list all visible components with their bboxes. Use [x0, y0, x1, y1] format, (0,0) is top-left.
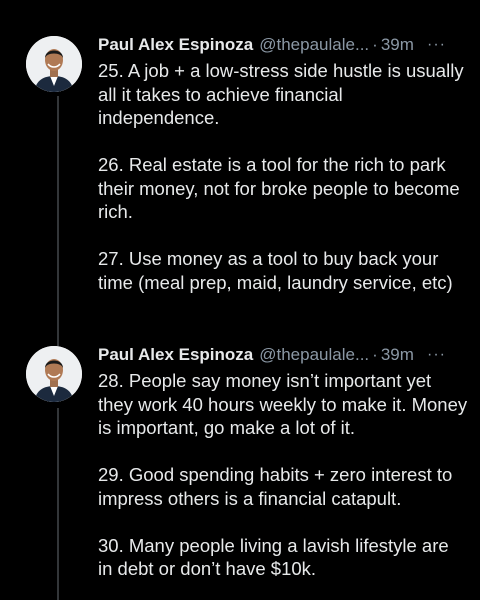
author-name[interactable]: Paul Alex Espinoza	[98, 344, 253, 366]
author-name[interactable]: Paul Alex Espinoza	[98, 34, 253, 56]
tweet-1[interactable]: Paul Alex Espinoza @thepaulale... · 39m …	[0, 0, 480, 330]
tweet-paragraph: 29. Good spending habits + zero interest…	[98, 464, 453, 509]
author-handle[interactable]: @thepaulale...	[259, 344, 369, 366]
tweet-paragraph: 28. People say money isn’t important yet…	[98, 370, 468, 438]
avatar[interactable]	[26, 36, 82, 92]
more-options-icon[interactable]: ···	[427, 344, 470, 366]
tweet-header: Paul Alex Espinoza @thepaulale... · 39m …	[98, 34, 470, 56]
tweet-paragraph: 26. Real estate is a tool for the rich t…	[98, 154, 460, 222]
tweet-body: 28. People say money isn’t important yet…	[98, 369, 468, 581]
tweet-paragraph: 25. A job + a low-stress side hustle is …	[98, 60, 464, 128]
tweet-paragraph: 30. Many people living a lavish lifestyl…	[98, 534, 449, 580]
avatar-image	[26, 346, 82, 402]
more-options-icon[interactable]: ···	[427, 34, 470, 56]
avatar-image	[26, 36, 82, 92]
tweet-2[interactable]: Paul Alex Espinoza @thepaulale... · 39m …	[0, 330, 480, 600]
separator-dot: ·	[372, 35, 378, 54]
tweet-header: Paul Alex Espinoza @thepaulale... · 39m …	[98, 344, 470, 366]
author-handle[interactable]: @thepaulale...	[259, 34, 369, 56]
separator-dot: ·	[372, 345, 378, 364]
tweet-paragraph: 27. Use money as a tool to buy back your…	[98, 248, 453, 293]
avatar[interactable]	[26, 346, 82, 402]
timestamp[interactable]: 39m	[381, 34, 414, 56]
tweet-body: 25. A job + a low-stress side hustle is …	[98, 59, 468, 294]
timestamp[interactable]: 39m	[381, 344, 414, 366]
